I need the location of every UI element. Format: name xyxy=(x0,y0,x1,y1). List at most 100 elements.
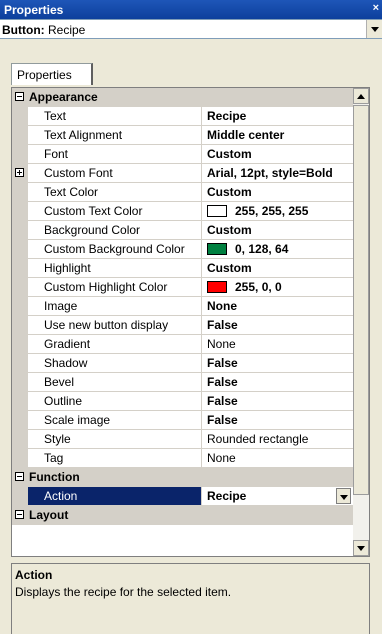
property-name-cell[interactable]: Gradient xyxy=(28,335,202,353)
property-row[interactable]: Background Color Custom xyxy=(12,221,353,240)
property-name-cell[interactable]: Text xyxy=(28,107,202,125)
property-value-cell[interactable]: False xyxy=(202,354,353,372)
property-value-cell[interactable]: Custom xyxy=(202,183,353,201)
scroll-down-button[interactable] xyxy=(353,540,369,556)
property-value-cell[interactable]: 255, 0, 0 xyxy=(202,278,353,296)
property-name-cell[interactable]: Action xyxy=(28,487,202,505)
object-selector-dropdown-button[interactable] xyxy=(366,20,382,38)
property-name: Background Color xyxy=(44,223,141,237)
property-row[interactable]: Outline False xyxy=(12,392,353,411)
property-name-cell[interactable]: Text Alignment xyxy=(28,126,202,144)
property-value-cell[interactable]: False xyxy=(202,373,353,391)
value-dropdown-button[interactable] xyxy=(336,488,351,504)
property-name-cell[interactable]: Outline xyxy=(28,392,202,410)
property-name: Highlight xyxy=(44,261,91,275)
property-value: Arial, 12pt, style=Bold xyxy=(207,166,333,180)
row-margin xyxy=(12,126,28,145)
close-icon[interactable]: × xyxy=(373,2,379,14)
property-row[interactable]: Style Rounded rectangle xyxy=(12,430,353,449)
property-row[interactable]: Tag None xyxy=(12,449,353,468)
property-name: Shadow xyxy=(44,356,88,370)
object-selector[interactable]: Button: Recipe xyxy=(0,19,382,39)
property-name-cell[interactable]: Background Color xyxy=(28,221,202,239)
property-name-cell[interactable]: Image xyxy=(28,297,202,315)
collapse-icon[interactable] xyxy=(15,472,24,481)
property-value-cell[interactable]: Recipe xyxy=(202,107,353,125)
property-value-cell[interactable]: Middle center xyxy=(202,126,353,144)
property-value-cell[interactable]: None xyxy=(202,449,353,467)
property-row[interactable]: Text Alignment Middle center xyxy=(12,126,353,145)
tab-properties-label: Properties xyxy=(17,68,72,82)
property-row[interactable]: Action Recipe xyxy=(12,487,353,506)
property-value-cell[interactable]: Custom xyxy=(202,221,353,239)
property-row[interactable]: Custom Highlight Color 255, 0, 0 xyxy=(12,278,353,297)
property-row[interactable]: Highlight Custom xyxy=(12,259,353,278)
property-value: False xyxy=(207,394,238,408)
help-panel: Action Displays the recipe for the selec… xyxy=(11,563,370,634)
property-name-cell[interactable]: Style xyxy=(28,430,202,448)
scroll-thumb[interactable] xyxy=(353,105,369,495)
property-value-cell[interactable]: 0, 128, 64 xyxy=(202,240,353,258)
property-row[interactable]: Image None xyxy=(12,297,353,316)
expand-icon[interactable] xyxy=(15,168,24,177)
property-grid-scrollbar[interactable] xyxy=(353,88,369,556)
scroll-up-button[interactable] xyxy=(353,88,369,104)
property-value-cell[interactable]: False xyxy=(202,316,353,334)
chevron-down-icon xyxy=(371,27,379,32)
property-row[interactable]: Custom Font Arial, 12pt, style=Bold xyxy=(12,164,353,183)
property-name: Text Alignment xyxy=(44,128,123,142)
property-row[interactable]: Font Custom xyxy=(12,145,353,164)
property-name: Custom Background Color xyxy=(44,242,185,256)
row-margin xyxy=(12,335,28,354)
property-value-cell[interactable]: Custom xyxy=(202,259,353,277)
property-value-cell[interactable]: None xyxy=(202,335,353,353)
property-name-cell[interactable]: Font xyxy=(28,145,202,163)
property-value: False xyxy=(207,356,238,370)
property-row[interactable]: Text Color Custom xyxy=(12,183,353,202)
property-name-cell[interactable]: Custom Highlight Color xyxy=(28,278,202,296)
property-name-cell[interactable]: Custom Font xyxy=(28,164,202,182)
property-row[interactable]: Custom Background Color 0, 128, 64 xyxy=(12,240,353,259)
property-value: 255, 255, 255 xyxy=(235,204,309,218)
property-row[interactable]: Custom Text Color 255, 255, 255 xyxy=(12,202,353,221)
property-name-cell[interactable]: Custom Text Color xyxy=(28,202,202,220)
property-row[interactable]: Use new button display False xyxy=(12,316,353,335)
category-layout[interactable]: Layout xyxy=(12,506,353,525)
collapse-icon[interactable] xyxy=(15,92,24,101)
property-name-cell[interactable]: Shadow xyxy=(28,354,202,372)
property-value-cell[interactable]: None xyxy=(202,297,353,315)
property-value-cell[interactable]: Recipe xyxy=(202,487,353,505)
property-name-cell[interactable]: Bevel xyxy=(28,373,202,391)
property-value-cell[interactable]: Arial, 12pt, style=Bold xyxy=(202,164,353,182)
row-margin xyxy=(12,373,28,392)
property-name: Tag xyxy=(44,451,64,465)
property-name-cell[interactable]: Use new button display xyxy=(28,316,202,334)
chevron-down-icon xyxy=(340,495,348,500)
row-margin xyxy=(12,259,28,278)
property-row[interactable]: Scale image False xyxy=(12,411,353,430)
property-value-cell[interactable]: Custom xyxy=(202,145,353,163)
row-margin xyxy=(12,221,28,240)
property-row[interactable]: Text Recipe xyxy=(12,107,353,126)
tab-properties[interactable]: Properties xyxy=(11,63,93,85)
property-name-cell[interactable]: Tag xyxy=(28,449,202,467)
property-value-cell[interactable]: False xyxy=(202,392,353,410)
property-value-cell[interactable]: Rounded rectangle xyxy=(202,430,353,448)
category-function[interactable]: Function xyxy=(12,468,353,487)
property-row[interactable]: Bevel False xyxy=(12,373,353,392)
object-type: Button: xyxy=(2,23,45,37)
property-value-cell[interactable]: 255, 255, 255 xyxy=(202,202,353,220)
property-name-cell[interactable]: Scale image xyxy=(28,411,202,429)
property-row[interactable]: Shadow False xyxy=(12,354,353,373)
property-value: Custom xyxy=(207,223,252,237)
property-name-cell[interactable]: Highlight xyxy=(28,259,202,277)
property-value: 255, 0, 0 xyxy=(235,280,282,294)
property-row[interactable]: Gradient None xyxy=(12,335,353,354)
collapse-icon[interactable] xyxy=(15,510,24,519)
property-value-cell[interactable]: False xyxy=(202,411,353,429)
help-description: Displays the recipe for the selected ite… xyxy=(15,585,232,599)
property-name-cell[interactable]: Custom Background Color xyxy=(28,240,202,258)
property-name-cell[interactable]: Text Color xyxy=(28,183,202,201)
row-margin xyxy=(12,240,28,259)
category-appearance[interactable]: Appearance xyxy=(12,88,353,107)
